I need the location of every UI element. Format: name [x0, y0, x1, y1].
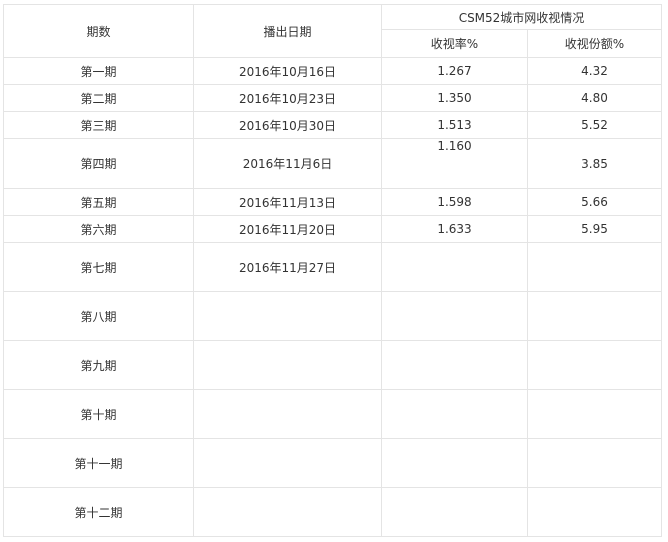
share-cell: 5.52	[527, 111, 662, 139]
rating-cell	[381, 438, 528, 488]
date-cell	[193, 340, 382, 390]
table-row: 第十二期	[3, 487, 662, 537]
rating-cell	[381, 487, 528, 537]
share-cell: 5.66	[527, 188, 662, 216]
rating-cell	[381, 340, 528, 390]
date-cell	[193, 438, 382, 488]
episode-cell: 第二期	[3, 84, 194, 112]
episode-cell: 第七期	[3, 242, 194, 292]
episode-cell: 第八期	[3, 291, 194, 341]
episode-cell: 第五期	[3, 188, 194, 216]
share-cell: 5.95	[527, 215, 662, 243]
table-row: 第十一期	[3, 438, 662, 488]
header-csm52-group: CSM52城市网收视情况	[381, 4, 662, 30]
share-cell	[527, 242, 662, 292]
header-episode: 期数	[3, 4, 194, 58]
episode-cell: 第十一期	[3, 438, 194, 488]
table-row: 第十期	[3, 389, 662, 439]
episode-cell: 第六期	[3, 215, 194, 243]
ratings-table: 期数 播出日期 CSM52城市网收视情况 收视率% 收视份额% 第一期 2016…	[3, 4, 662, 537]
table-row: 第七期 2016年11月27日	[3, 242, 662, 292]
rating-cell	[381, 242, 528, 292]
episode-cell: 第一期	[3, 57, 194, 85]
episode-cell: 第十期	[3, 389, 194, 439]
share-cell	[527, 291, 662, 341]
date-cell	[193, 389, 382, 439]
rating-cell: 1.598	[381, 188, 528, 216]
date-cell: 2016年11月27日	[193, 242, 382, 292]
rating-cell	[381, 291, 528, 341]
date-cell	[193, 487, 382, 537]
rating-cell: 1.350	[381, 84, 528, 112]
episode-cell: 第四期	[3, 138, 194, 189]
rating-cell: 1.267	[381, 57, 528, 85]
rating-cell: 1.633	[381, 215, 528, 243]
table-row: 第二期 2016年10月23日 1.350 4.80	[3, 84, 662, 112]
table-row: 第三期 2016年10月30日 1.513 5.52	[3, 111, 662, 139]
rating-cell: 1.160	[381, 138, 528, 189]
rating-cell: 1.513	[381, 111, 528, 139]
header-rating: 收视率%	[381, 29, 528, 58]
table-row: 第五期 2016年11月13日 1.598 5.66	[3, 188, 662, 216]
table-row: 第六期 2016年11月20日 1.633 5.95	[3, 215, 662, 243]
date-cell: 2016年10月23日	[193, 84, 382, 112]
episode-cell: 第三期	[3, 111, 194, 139]
share-cell: 4.80	[527, 84, 662, 112]
date-cell: 2016年11月6日	[193, 138, 382, 189]
rating-cell	[381, 389, 528, 439]
share-cell: 3.85	[527, 138, 662, 189]
table-row: 第九期	[3, 340, 662, 390]
share-cell	[527, 389, 662, 439]
share-cell: 4.32	[527, 57, 662, 85]
header-share: 收视份额%	[527, 29, 662, 58]
table-row: 第八期	[3, 291, 662, 341]
date-cell: 2016年10月16日	[193, 57, 382, 85]
date-cell: 2016年11月13日	[193, 188, 382, 216]
episode-cell: 第九期	[3, 340, 194, 390]
date-cell	[193, 291, 382, 341]
header-air-date: 播出日期	[193, 4, 382, 58]
share-cell	[527, 487, 662, 537]
header-row: 期数 播出日期 CSM52城市网收视情况	[3, 4, 662, 58]
table-row: 第四期 2016年11月6日 1.160 3.85	[3, 138, 662, 189]
date-cell: 2016年10月30日	[193, 111, 382, 139]
date-cell: 2016年11月20日	[193, 215, 382, 243]
table-row: 第一期 2016年10月16日 1.267 4.32	[3, 57, 662, 85]
episode-cell: 第十二期	[3, 487, 194, 537]
share-cell	[527, 438, 662, 488]
share-cell	[527, 340, 662, 390]
